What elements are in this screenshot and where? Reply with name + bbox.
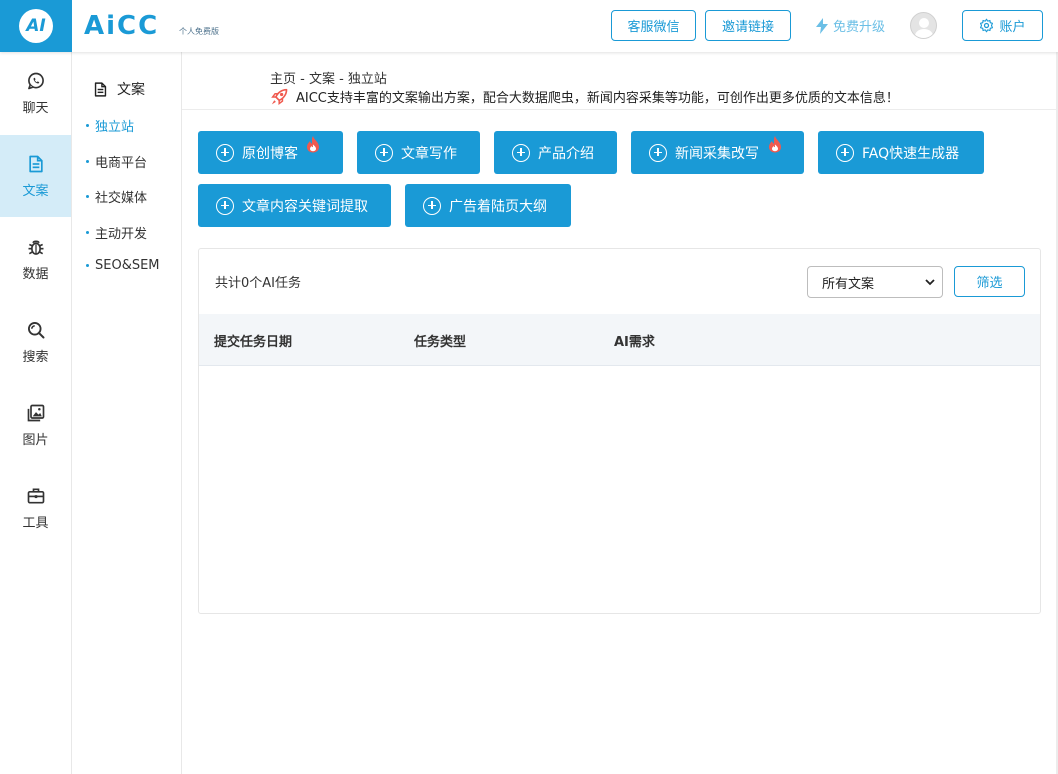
chevron-down-icon xyxy=(925,279,935,286)
action-article-writing-button[interactable]: 文章写作 xyxy=(357,131,480,174)
submenu-item-outreach[interactable]: 主动开发 xyxy=(86,223,147,242)
nav-label: 聊天 xyxy=(22,100,49,116)
column-header-type[interactable]: 任务类型 xyxy=(414,331,466,350)
top-header: AI AiCC 个人免费版 客服微信 邀请链接 免费升级 账户 xyxy=(0,0,1058,52)
nav-label: 工具 xyxy=(22,515,49,531)
column-header-date[interactable]: 提交任务日期 xyxy=(214,331,292,350)
images-icon xyxy=(27,404,44,421)
submenu-item-label: 社交媒体 xyxy=(95,191,148,206)
bug-icon xyxy=(28,239,43,255)
chat-icon xyxy=(27,72,44,89)
nav-label: 图片 xyxy=(22,432,49,448)
action-label: 广告着陆页大纲 xyxy=(449,198,547,215)
action-label: 文章写作 xyxy=(401,145,457,162)
task-count: 共计0个AI任务 xyxy=(215,276,301,291)
submenu-item-independent-site[interactable]: 独立站 xyxy=(86,116,134,135)
nav-label: 数据 xyxy=(22,266,49,282)
nav-label: 搜索 xyxy=(22,349,49,365)
action-label: FAQ快速生成器 xyxy=(862,145,960,162)
page-info: 主页 - 文案 - 独立站 AICC支持丰富的文案输出方案，配合大数据爬虫，新闻… xyxy=(182,52,1058,110)
bullet-icon xyxy=(86,124,89,127)
submenu-item-label: 独立站 xyxy=(95,120,135,135)
table-header: 提交任务日期 任务类型 AI需求 xyxy=(199,314,1040,366)
bullet-icon xyxy=(86,231,89,234)
lightning-icon xyxy=(816,17,828,34)
fire-icon xyxy=(769,136,781,153)
submenu-title: 文案 xyxy=(92,79,145,99)
plus-circle-icon xyxy=(836,143,854,162)
action-keyword-extract-button[interactable]: 文章内容关键词提取 xyxy=(198,184,391,227)
action-landing-outline-button[interactable]: 广告着陆页大纲 xyxy=(405,184,571,227)
plus-circle-icon xyxy=(216,143,234,162)
account-label: 账户 xyxy=(999,20,1026,35)
main-nav: 聊天 文案 数据 搜索 图片 工具 xyxy=(0,52,72,774)
bullet-icon xyxy=(86,160,89,163)
bullet-icon xyxy=(86,195,89,198)
nav-item-tools[interactable]: 工具 xyxy=(0,467,71,549)
logo-badge[interactable]: AI xyxy=(0,0,72,52)
category-select[interactable]: 所有文案 xyxy=(807,266,943,298)
breadcrumb: 主页 - 文案 - 独立站 xyxy=(270,72,387,87)
avatar[interactable] xyxy=(910,12,937,39)
action-faq-generator-button[interactable]: FAQ快速生成器 xyxy=(818,131,984,174)
plus-circle-icon xyxy=(216,196,234,215)
submenu-item-label: 主动开发 xyxy=(95,227,148,242)
plus-circle-icon xyxy=(423,196,441,215)
submenu-item-label: SEO&SEM xyxy=(95,258,160,273)
plus-circle-icon xyxy=(512,143,530,162)
brand-logo-text: AiCC xyxy=(84,11,160,41)
task-panel: 共计0个AI任务 所有文案 筛选 提交任务日期 任务类型 AI需求 xyxy=(198,248,1041,614)
document-icon xyxy=(94,81,107,97)
nav-item-copywriting[interactable]: 文案 xyxy=(0,135,71,217)
nav-item-images[interactable]: 图片 xyxy=(0,384,71,466)
upgrade-label: 免费升级 xyxy=(833,20,886,35)
nav-label: 文案 xyxy=(22,183,49,199)
action-original-blog-button[interactable]: 原创博客 xyxy=(198,131,343,174)
plus-circle-icon xyxy=(375,143,393,162)
column-header-requirement[interactable]: AI需求 xyxy=(614,331,655,350)
plus-circle-icon xyxy=(649,143,667,162)
action-news-rewrite-button[interactable]: 新闻采集改写 xyxy=(631,131,804,174)
nav-item-search[interactable]: 搜索 xyxy=(0,301,71,383)
description-text: AICC支持丰富的文案输出方案，配合大数据爬虫，新闻内容采集等功能，可创作出更多… xyxy=(296,91,899,106)
logo-icon: AI xyxy=(19,9,53,43)
invite-link-button[interactable]: 邀请链接 xyxy=(705,10,791,41)
upgrade-link[interactable]: 免费升级 xyxy=(815,16,885,35)
nav-item-chat[interactable]: 聊天 xyxy=(0,52,71,134)
action-product-intro-button[interactable]: 产品介绍 xyxy=(494,131,617,174)
nav-item-data[interactable]: 数据 xyxy=(0,218,71,300)
action-label: 新闻采集改写 xyxy=(675,145,759,162)
search-icon xyxy=(27,321,44,338)
filter-button[interactable]: 筛选 xyxy=(954,266,1025,297)
document-icon xyxy=(28,155,43,172)
submenu-item-label: 电商平台 xyxy=(95,156,148,171)
brand-edition: 个人免费版 xyxy=(179,27,219,36)
bullet-icon xyxy=(86,264,89,267)
gear-icon xyxy=(980,18,994,33)
rocket-icon xyxy=(271,88,288,105)
submenu-item-social-media[interactable]: 社交媒体 xyxy=(86,187,147,206)
submenu-item-ecommerce[interactable]: 电商平台 xyxy=(86,152,147,171)
fire-icon xyxy=(307,136,319,153)
page-description: AICC支持丰富的文案输出方案，配合大数据爬虫，新闻内容采集等功能，可创作出更多… xyxy=(270,87,899,106)
select-value: 所有文案 xyxy=(822,276,875,292)
action-label: 原创博客 xyxy=(242,145,298,162)
customer-service-button[interactable]: 客服微信 xyxy=(611,10,696,41)
account-button[interactable]: 账户 xyxy=(962,10,1043,41)
submenu-item-seo-sem[interactable]: SEO&SEM xyxy=(86,258,160,273)
sub-menu: 文案 独立站 电商平台 社交媒体 主动开发 SEO&SEM xyxy=(72,52,182,774)
action-label: 产品介绍 xyxy=(538,145,594,162)
toolbox-icon xyxy=(27,488,44,503)
action-label: 文章内容关键词提取 xyxy=(242,198,368,215)
submenu-title-label: 文案 xyxy=(117,82,145,98)
